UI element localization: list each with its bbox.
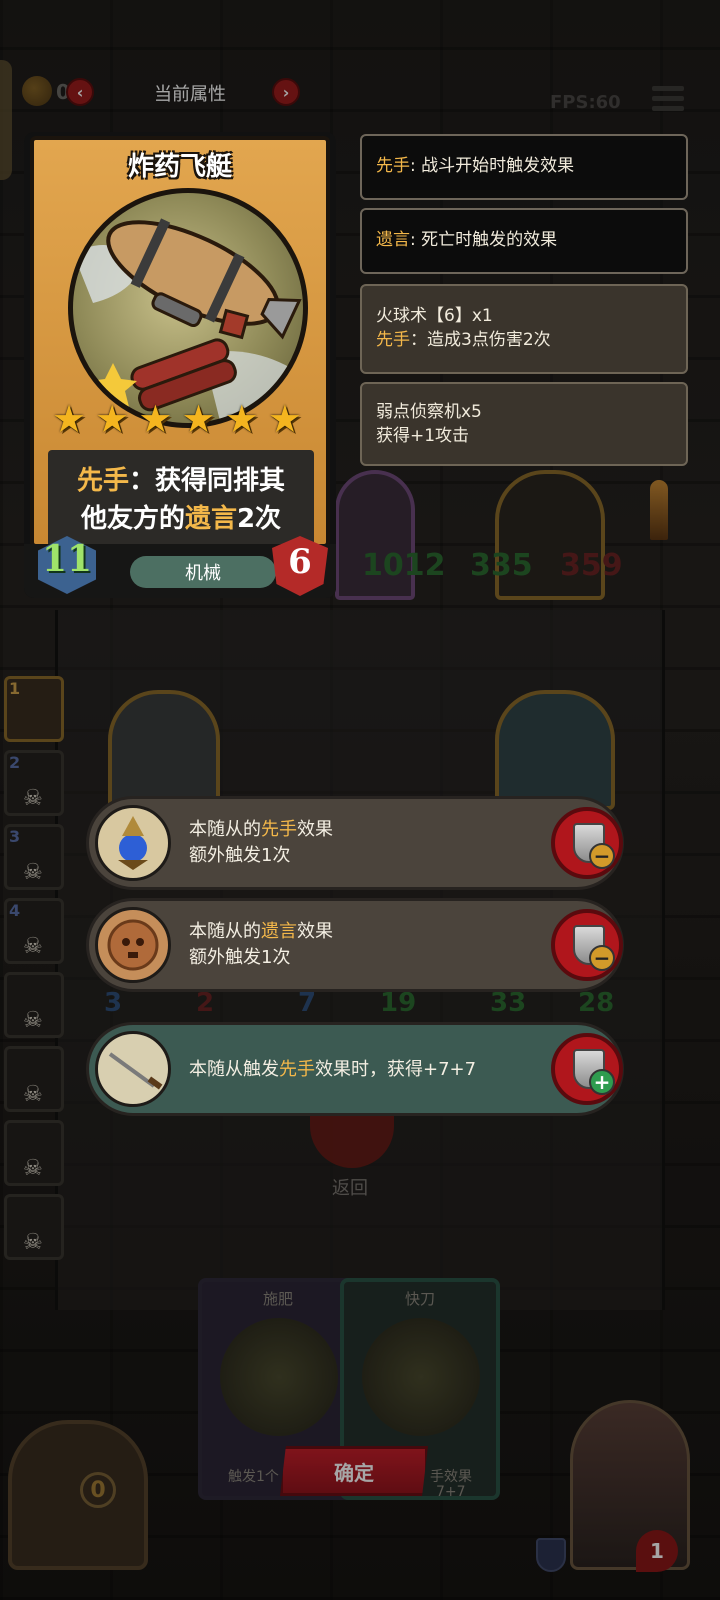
plus-icon: + [589, 1069, 615, 1095]
crystal-orb-icon [95, 805, 171, 881]
effect-description: 本随从触发先手效果时，获得+7+7 [189, 1059, 477, 1080]
star-icon: ★ [52, 397, 87, 441]
keyword-tooltip-first-strike: 先手: 战斗开始时触发效果 [360, 134, 688, 200]
effect-description: 本随从的遗言效果 额外触发1次 [189, 921, 333, 968]
sword-icon [95, 1031, 171, 1107]
effect-description: 本随从的先手效果 额外触发1次 [189, 819, 333, 866]
skull-seal-icon [95, 907, 171, 983]
effect-row-deathrattle: 本随从的遗言效果 额外触发1次 − [86, 898, 624, 992]
star-icon: ★ [181, 397, 216, 441]
star-rating: ★ ★ ★ ★ ★ ★ [52, 400, 302, 438]
remove-effect-button[interactable]: − [551, 807, 623, 879]
effect-row-quickblade: 本随从触发先手效果时，获得+7+7 + [86, 1022, 624, 1116]
star-icon: ★ [138, 397, 173, 441]
minus-icon: − [589, 945, 615, 971]
health-value: 6 [288, 542, 312, 582]
tribe-badge: 机械 [130, 556, 276, 588]
minion-card-detail: 炸药飞艇 ★ ★ ★ ★ ★ ★ 先手：获得同排其 他友方的遗言2次 11 机械… [24, 132, 336, 598]
minus-icon: − [589, 843, 615, 869]
keyword-tooltip-fireball: 火球术【6】x1 先手：造成3点伤害2次 [360, 284, 688, 374]
star-icon: ★ [224, 397, 259, 441]
attack-value: 11 [41, 538, 93, 580]
keyword-tooltip-deathrattle: 遗言: 死亡时触发的效果 [360, 208, 688, 274]
keyword-deathrattle: 遗言 [184, 504, 237, 534]
remove-effect-button[interactable]: − [551, 909, 623, 981]
effect-row-first-strike: 本随从的先手效果 额外触发1次 − [86, 796, 624, 890]
keyword-first-strike: 先手 [76, 466, 129, 496]
airship-art [68, 188, 308, 428]
keyword-tooltip-scout-drone: 弱点侦察机x5 获得+1攻击 [360, 382, 688, 466]
star-icon: ★ [95, 397, 130, 441]
card-name: 炸药飞艇 [127, 152, 232, 182]
add-effect-button[interactable]: + [551, 1033, 623, 1105]
star-icon: ★ [267, 397, 302, 441]
